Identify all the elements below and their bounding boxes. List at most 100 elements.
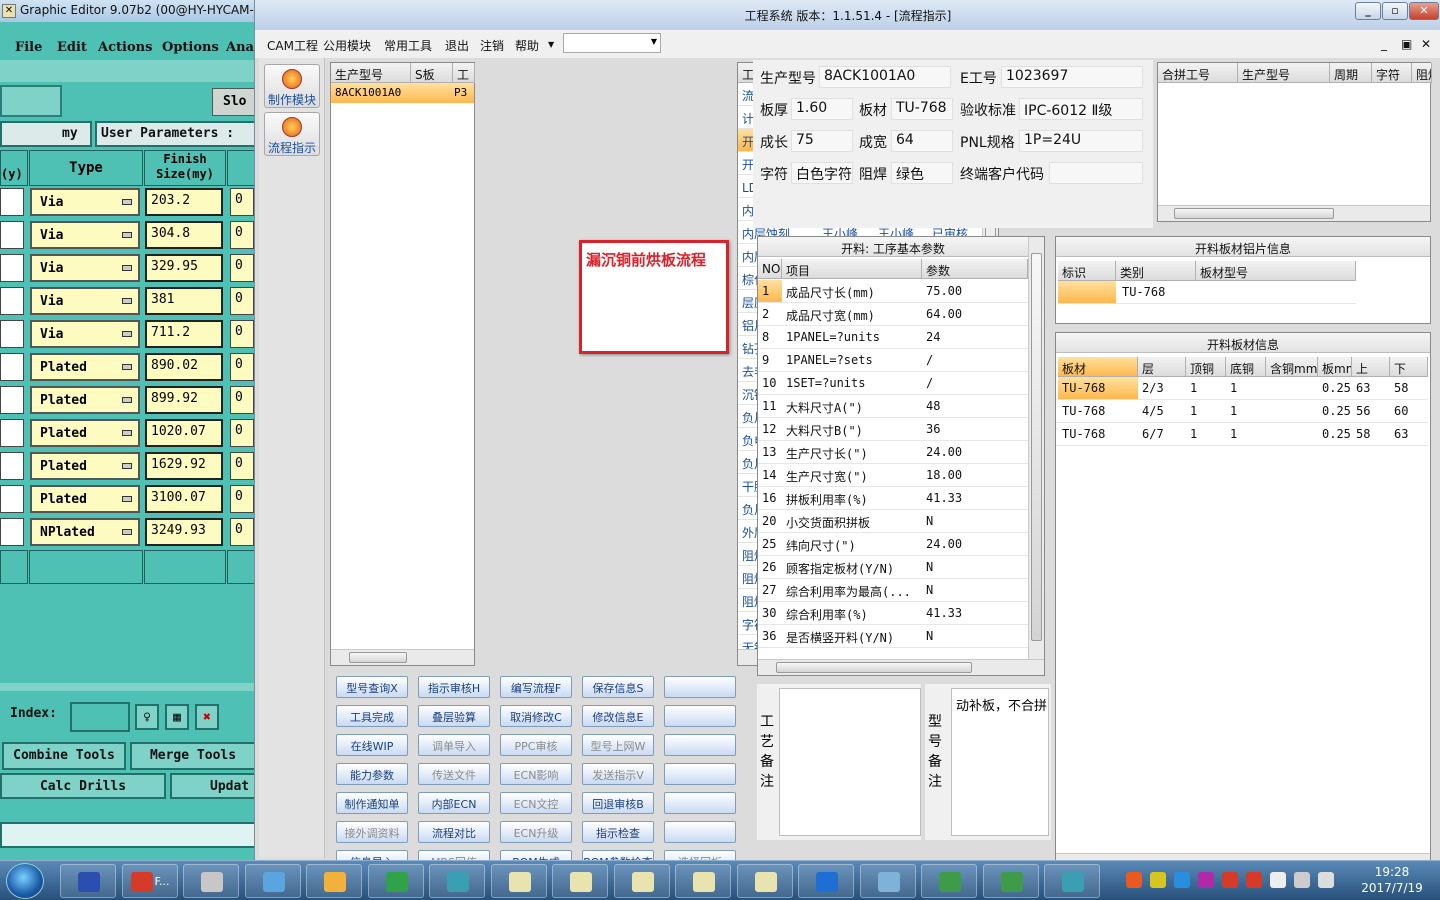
taskbar-button[interactable] xyxy=(859,864,916,898)
type-select[interactable]: Via xyxy=(30,320,140,348)
scroll-thumb[interactable] xyxy=(349,652,407,663)
menu-tools[interactable]: 常用工具 xyxy=(384,37,432,54)
material-row[interactable]: TU-768 6/7 1 1 0.25 58 63 xyxy=(1056,423,1428,446)
param-header-no[interactable]: NO xyxy=(758,259,782,279)
material-header-cell[interactable]: 上 xyxy=(1352,357,1390,377)
finish-size-input[interactable]: 890.02 xyxy=(145,353,223,381)
row-checkbox[interactable] xyxy=(0,221,24,249)
action-button[interactable]: 指示检查 xyxy=(582,821,654,843)
param-header-item[interactable]: 项目 xyxy=(782,259,922,279)
index-input[interactable] xyxy=(70,702,130,732)
merge-hscroll[interactable] xyxy=(1158,205,1430,221)
material-header-cell[interactable]: 含铜mm xyxy=(1266,357,1318,377)
sogou-icon[interactable] xyxy=(1126,872,1142,888)
material-header-cell[interactable]: 板材 xyxy=(1058,357,1138,377)
params-hscroll[interactable] xyxy=(758,659,1044,675)
action-button[interactable]: PPC审核 xyxy=(500,734,572,756)
param-row[interactable]: 20 小交货面积拼板 N xyxy=(758,510,1028,533)
finish-size-input[interactable]: 329.95 xyxy=(145,254,223,282)
row-checkbox[interactable] xyxy=(0,518,24,546)
taskbar-button[interactable] xyxy=(490,864,547,898)
param-row[interactable]: 1 成品尺寸长(mm) 75.00 xyxy=(758,280,1028,303)
flag-icon[interactable] xyxy=(1270,872,1286,888)
action-button[interactable]: ECN文控 xyxy=(500,792,572,814)
action-button[interactable]: 制作通知单 xyxy=(336,792,408,814)
alu-header-id[interactable]: 标识 xyxy=(1058,261,1116,281)
finish-size-input[interactable]: 3100.07 xyxy=(145,485,223,513)
row-checkbox[interactable] xyxy=(0,452,24,480)
taskbar-button[interactable] xyxy=(429,864,485,898)
action-button[interactable] xyxy=(664,705,736,727)
alu-header-model[interactable]: 板材型号 xyxy=(1196,261,1356,281)
action-button[interactable]: ECN影响 xyxy=(500,763,572,785)
ge-menu-analysis[interactable]: Ana xyxy=(226,40,254,55)
ge-menu-options[interactable]: Options xyxy=(162,40,219,55)
mdi-minimize-icon[interactable]: _ xyxy=(1381,37,1387,51)
merge-header-cell[interactable]: 周期 xyxy=(1330,63,1372,83)
ge-field[interactable] xyxy=(0,85,62,117)
volume-icon[interactable] xyxy=(1318,872,1334,888)
finish-size-input[interactable]: 381 xyxy=(145,287,223,315)
std-value[interactable]: IPC-6012 Ⅱ级 xyxy=(1019,98,1143,120)
action-button[interactable] xyxy=(664,792,736,814)
tolerance-input[interactable]: 0 xyxy=(230,386,254,414)
material-row[interactable]: TU-768 4/5 1 1 0.25 56 60 xyxy=(1056,400,1428,423)
params-vscroll[interactable] xyxy=(1028,237,1044,659)
start-button[interactable] xyxy=(6,863,44,899)
action-button[interactable]: 取消修改C xyxy=(500,705,572,727)
param-row[interactable]: 11 大料尺寸A(") 48 xyxy=(758,395,1028,418)
param-row[interactable]: 14 生产尺寸宽(") 18.00 xyxy=(758,464,1028,487)
action-button[interactable]: 叠层验算 xyxy=(418,705,490,727)
tolerance-input[interactable]: 0 xyxy=(230,188,254,216)
merge-header-cell[interactable]: 阻焊 xyxy=(1412,63,1432,83)
display-icon[interactable] xyxy=(1294,872,1310,888)
calc-icon[interactable]: ▦ xyxy=(165,704,189,730)
taskbar-button[interactable] xyxy=(306,864,362,898)
action-button[interactable]: 工具完成 xyxy=(336,705,408,727)
tolerance-input[interactable]: 0 xyxy=(230,254,254,282)
cust-value[interactable] xyxy=(1049,162,1143,184)
combine-tools-button[interactable]: Combine Tools xyxy=(2,742,126,770)
board-value[interactable]: TU-768 xyxy=(891,98,953,120)
material-header-cell[interactable]: 下 xyxy=(1390,357,1428,377)
finish-size-input[interactable]: 3249.93 xyxy=(145,518,223,546)
finish-size-input[interactable]: 711.2 xyxy=(145,320,223,348)
mdi-close-icon[interactable]: ✕ xyxy=(1421,37,1431,51)
finish-size-input[interactable]: 203.2 xyxy=(145,188,223,216)
action-button[interactable]: 接外调资料 xyxy=(336,821,408,843)
menu-cam[interactable]: CAM工程 xyxy=(267,37,318,54)
merge-header-cell[interactable]: 生产型号 xyxy=(1238,63,1330,83)
taskbar-button[interactable] xyxy=(675,864,731,898)
scroll-thumb[interactable] xyxy=(1031,253,1042,641)
taskbar-button[interactable] xyxy=(367,864,424,898)
model-row[interactable]: 8ACK1001A0 P3 xyxy=(331,83,474,103)
len-value[interactable]: 75 xyxy=(791,130,853,152)
action-button[interactable] xyxy=(664,676,736,698)
menu-logout[interactable]: 注销 xyxy=(480,37,504,54)
row-checkbox[interactable] xyxy=(0,320,24,348)
scroll-thumb[interactable] xyxy=(1174,208,1334,219)
taskbar-button[interactable] xyxy=(1044,864,1100,898)
make-module-button[interactable]: 制作模块 xyxy=(264,64,320,108)
e-value[interactable]: 1023697 xyxy=(1001,66,1143,88)
param-row[interactable]: 16 拼板利用率(%) 41.33 xyxy=(758,487,1028,510)
action-button[interactable]: 流程对比 xyxy=(418,821,490,843)
merge-header-cell[interactable]: 字符 xyxy=(1372,63,1412,83)
pnl-value[interactable]: 1P=24U xyxy=(1019,130,1143,152)
action-button[interactable] xyxy=(664,821,736,843)
param-row[interactable]: 2 成品尺寸宽(mm) 64.00 xyxy=(758,303,1028,326)
type-select[interactable]: Plated xyxy=(30,419,140,447)
param-row[interactable]: 25 纬向尺寸(") 24.00 xyxy=(758,533,1028,556)
row-checkbox[interactable] xyxy=(0,188,24,216)
tolerance-input[interactable]: 0 xyxy=(230,287,254,315)
feather-icon[interactable] xyxy=(1174,872,1190,888)
alu-header-cat[interactable]: 类别 xyxy=(1116,261,1196,281)
model-value[interactable]: 8ACK1001A0 xyxy=(819,66,951,88)
menu-exit[interactable]: 退出 xyxy=(445,37,469,54)
row-checkbox[interactable] xyxy=(0,386,24,414)
wid-value[interactable]: 64 xyxy=(891,130,953,152)
param-row[interactable]: 26 顾客指定板材(Y/N) N xyxy=(758,556,1028,579)
close-icon[interactable]: ✕ xyxy=(1409,2,1439,20)
type-select[interactable]: Via xyxy=(30,221,140,249)
update-button[interactable]: Updat xyxy=(170,773,260,799)
